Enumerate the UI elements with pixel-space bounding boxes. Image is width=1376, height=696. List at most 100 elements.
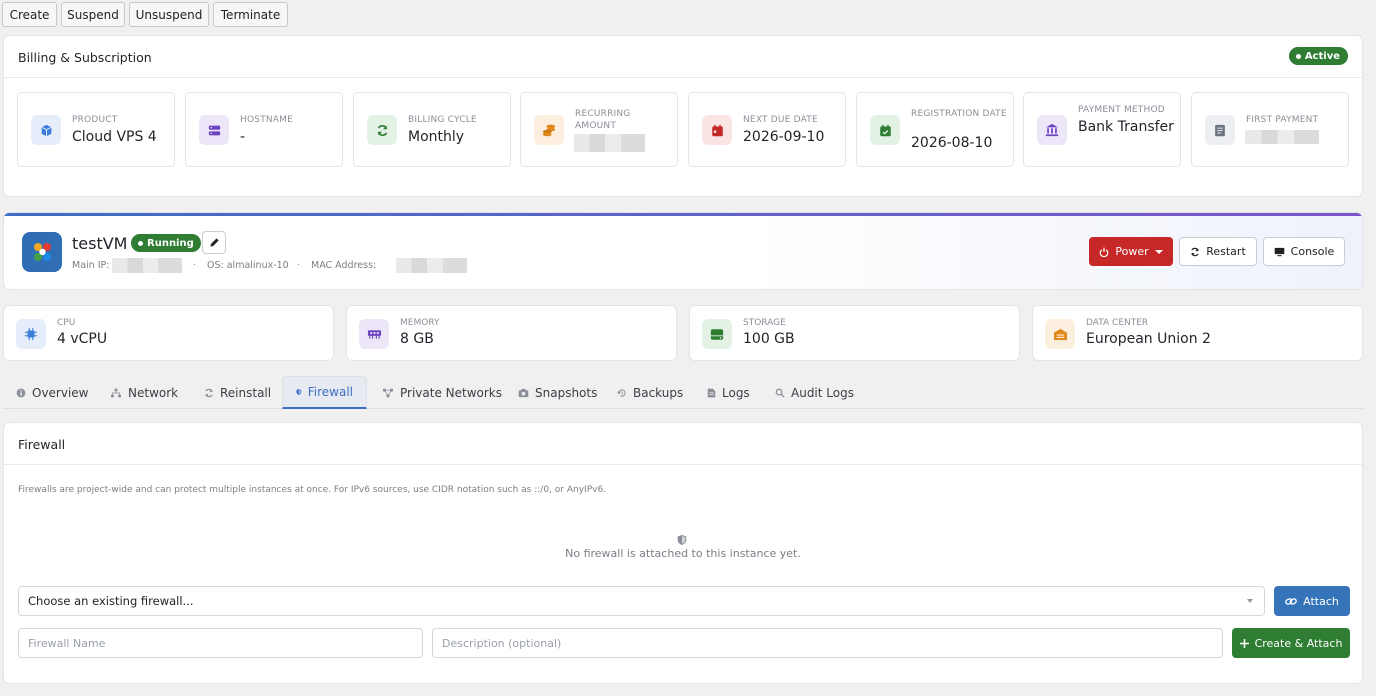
billing-item-hostname: HOSTNAME - bbox=[185, 92, 343, 167]
suspend-button[interactable]: Suspend bbox=[61, 2, 125, 27]
billing-label: PAYMENT METHOD bbox=[1078, 105, 1165, 115]
chevron-down-icon bbox=[1154, 249, 1163, 254]
firewall-select[interactable]: Choose an existing firewall... bbox=[18, 586, 1265, 616]
firewall-description-input[interactable] bbox=[442, 636, 1222, 650]
billing-title: Billing & Subscription bbox=[18, 50, 152, 65]
separator: · bbox=[193, 260, 197, 271]
resource-label: DATA CENTER bbox=[1086, 318, 1149, 328]
memory-icon bbox=[359, 319, 389, 349]
divider bbox=[4, 77, 1362, 78]
console-button[interactable]: Console bbox=[1263, 237, 1345, 266]
create-button[interactable]: Create bbox=[2, 2, 57, 27]
tab-firewall[interactable]: Firewall bbox=[282, 376, 367, 409]
resource-storage: STORAGE 100 GB bbox=[689, 305, 1020, 361]
terminate-button[interactable]: Terminate bbox=[213, 2, 288, 27]
billing-label: REGISTRATION DATE bbox=[911, 109, 1007, 119]
power-button[interactable]: Power bbox=[1089, 237, 1173, 266]
billing-value: 2026-08-10 bbox=[911, 135, 993, 151]
storage-icon bbox=[702, 319, 732, 349]
resource-label: MEMORY bbox=[400, 318, 440, 328]
tab-audit-logs[interactable]: Audit Logs bbox=[762, 376, 867, 409]
redacted-ip bbox=[112, 258, 182, 273]
vm-name: testVM bbox=[72, 234, 128, 253]
billing-value: Monthly bbox=[408, 129, 465, 145]
resource-label: STORAGE bbox=[743, 318, 786, 328]
create-attach-button[interactable]: Create & Attach bbox=[1232, 628, 1350, 658]
billing-item-cycle: BILLING CYCLE Monthly bbox=[353, 92, 511, 167]
refresh-icon bbox=[367, 115, 397, 145]
redacted-mac bbox=[396, 258, 467, 273]
info-icon bbox=[16, 388, 26, 397]
restart-button[interactable]: Restart bbox=[1179, 237, 1257, 266]
firewall-description-field[interactable] bbox=[432, 628, 1223, 658]
billing-item-registration: REGISTRATION DATE 2026-08-10 bbox=[856, 92, 1014, 167]
firewall-name-field[interactable] bbox=[18, 628, 423, 658]
link-icon bbox=[1285, 597, 1297, 605]
file-icon bbox=[707, 388, 716, 397]
camera-icon bbox=[518, 388, 529, 397]
power-icon bbox=[1100, 247, 1109, 257]
firewall-title: Firewall bbox=[18, 437, 66, 452]
tab-logs[interactable]: Logs bbox=[694, 376, 763, 409]
network-icon bbox=[111, 388, 121, 397]
billing-item-payment: PAYMENT METHOD Bank Transfer bbox=[1023, 92, 1181, 167]
billing-label: PRODUCT bbox=[72, 115, 118, 125]
billing-value: Bank Transfer bbox=[1078, 119, 1174, 135]
unsuspend-button[interactable]: Unsuspend bbox=[129, 2, 209, 27]
resource-value: 100 GB bbox=[743, 331, 795, 347]
tab-overview[interactable]: Overview bbox=[3, 376, 102, 409]
firewall-card: Firewall Firewalls are project-wide and … bbox=[3, 422, 1363, 684]
billing-value: - bbox=[240, 129, 246, 145]
billing-item-next-due: NEXT DUE DATE 2026-09-10 bbox=[688, 92, 846, 167]
chevron-down-icon bbox=[1247, 599, 1253, 603]
coins-icon bbox=[534, 115, 564, 145]
empty-state-message: No firewall is attached to this instance… bbox=[565, 547, 801, 560]
calendar-icon bbox=[702, 115, 732, 145]
billing-value: Cloud VPS 4 bbox=[72, 129, 157, 145]
bank-icon bbox=[1037, 115, 1067, 145]
share-icon bbox=[382, 388, 394, 397]
history-icon bbox=[617, 388, 626, 397]
refresh-icon bbox=[1191, 247, 1199, 256]
os-logo-icon bbox=[22, 232, 62, 272]
redacted-value bbox=[1245, 130, 1319, 144]
redacted-value bbox=[574, 134, 645, 152]
pencil-icon bbox=[209, 238, 219, 247]
resource-value: European Union 2 bbox=[1086, 331, 1211, 347]
cpu-icon bbox=[16, 319, 46, 349]
running-badge: Running bbox=[131, 234, 201, 252]
server-icon bbox=[199, 115, 229, 145]
resource-value: 4 vCPU bbox=[57, 331, 108, 347]
resource-value: 8 GB bbox=[400, 331, 434, 347]
resource-cpu: CPU 4 vCPU bbox=[3, 305, 334, 361]
billing-label: RECURRING AMOUNT bbox=[575, 109, 631, 131]
firewall-name-input[interactable] bbox=[28, 636, 422, 650]
billing-item-product: PRODUCT Cloud VPS 4 bbox=[17, 92, 175, 167]
divider bbox=[4, 464, 1362, 465]
edit-name-button[interactable] bbox=[202, 231, 226, 254]
resource-memory: MEMORY 8 GB bbox=[346, 305, 677, 361]
billing-label: NEXT DUE DATE bbox=[743, 115, 818, 125]
billing-card: Billing & Subscription Active PRODUCT Cl… bbox=[3, 35, 1363, 197]
cube-icon bbox=[31, 115, 61, 145]
resource-label: CPU bbox=[57, 318, 76, 328]
shield-icon bbox=[296, 389, 302, 395]
mac-label: MAC Address: bbox=[311, 260, 377, 271]
tab-backups[interactable]: Backups bbox=[604, 376, 696, 409]
tab-reinstall[interactable]: Reinstall bbox=[191, 376, 284, 409]
tab-network[interactable]: Network bbox=[97, 376, 191, 409]
plus-icon bbox=[1239, 638, 1249, 648]
search-icon bbox=[775, 388, 785, 398]
billing-label: FIRST PAYMENT bbox=[1246, 115, 1319, 125]
tab-private-networks[interactable]: Private Networks bbox=[369, 376, 515, 409]
tab-snapshots[interactable]: Snapshots bbox=[505, 376, 610, 409]
billing-item-recurring: RECURRING AMOUNT bbox=[520, 92, 678, 167]
calendar-check-icon bbox=[870, 115, 900, 145]
resource-datacenter: DATA CENTER European Union 2 bbox=[1032, 305, 1363, 361]
billing-value: 2026-09-10 bbox=[743, 129, 825, 145]
firewall-description: Firewalls are project-wide and can prote… bbox=[18, 485, 607, 495]
attach-button[interactable]: Attach bbox=[1274, 586, 1350, 616]
accent-bar bbox=[4, 213, 1362, 216]
refresh-icon bbox=[205, 388, 213, 397]
billing-label: HOSTNAME bbox=[240, 115, 294, 125]
